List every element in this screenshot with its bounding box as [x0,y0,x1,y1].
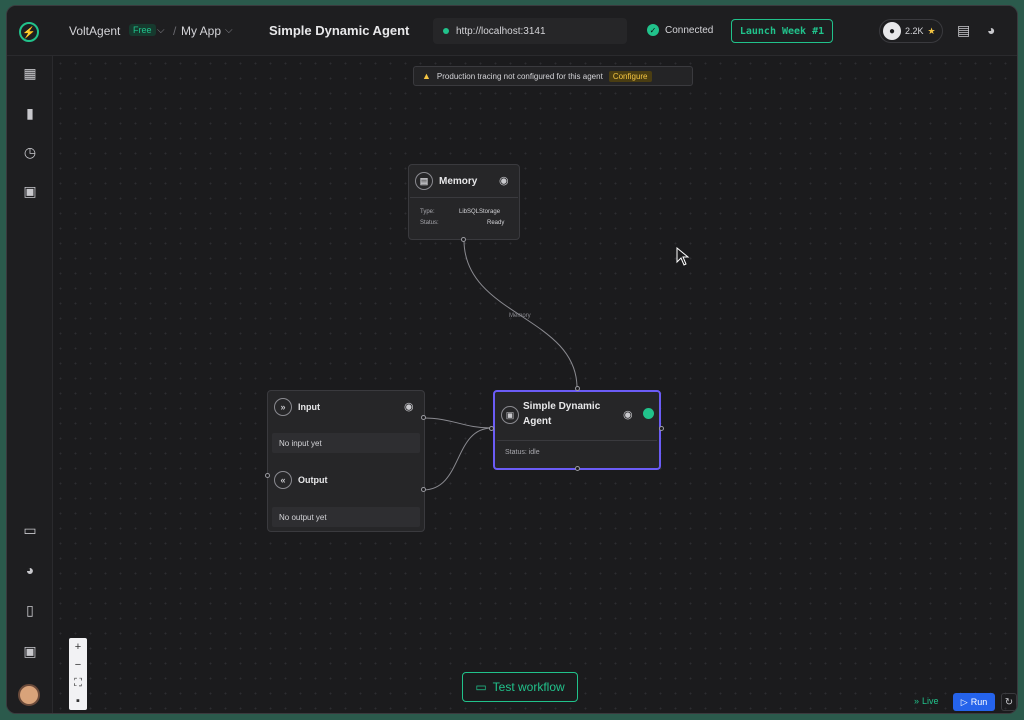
memory-node[interactable]: ▤ Memory ◉ Type: LibSQLStorage Status: R… [408,164,520,240]
live-icon: » [914,696,920,706]
chevron-down-icon[interactable]: ⌵ [225,25,233,36]
play-icon: ▷ [960,696,968,707]
run-label: Run [970,697,988,707]
launch-week-button[interactable]: Launch Week #1 [731,19,833,43]
eye-icon[interactable]: ◉ [499,174,509,187]
run-button[interactable]: ▷ Run [953,693,995,711]
server-url: http://localhost:3141 [456,25,546,37]
output-edge [422,427,493,491]
server-status-dot [443,28,449,34]
mouse-cursor-icon [676,247,690,266]
agent-title-line2: Agent [523,416,552,427]
top-bar: ⚡ VoltAgent Free ⌵ / My App ⌵ Simple Dyn… [7,6,1017,56]
page-title: Simple Dynamic Agent [269,23,410,38]
memory-node-handle[interactable] [461,237,466,242]
zoom-controls: + − ⛶ ▪ [69,638,87,710]
app-window: ⚡ VoltAgent Free ⌵ / My App ⌵ Simple Dyn… [6,5,1018,714]
database-icon: ▤ [415,172,433,190]
dashboard-grid-icon[interactable]: ▦ [21,64,39,82]
output-target-handle[interactable] [265,473,270,478]
input-value: No input yet [272,433,420,453]
clock-icon[interactable]: ◷ [21,143,39,161]
live-label: Live [922,696,939,706]
github-stars-button[interactable]: ● 2.2K ★ [879,19,943,43]
memory-type-label: Type: [420,209,435,215]
discord-icon[interactable]: ◕ [987,22,995,38]
avatar[interactable] [18,684,40,706]
chat-bubble-icon[interactable]: ▭ [21,521,39,539]
github-icon: ● [883,22,901,40]
agent-bottom-handle[interactable] [575,466,580,471]
gift-icon[interactable]: ▣ [21,642,39,660]
memory-status-value: Ready [487,220,505,226]
zoom-in-icon[interactable]: + [69,638,87,656]
workflow-canvas[interactable]: ▲ Production tracing not configured for … [53,56,1017,713]
status-indicator-icon [643,408,654,419]
refresh-icon[interactable]: ↻ [1001,693,1017,711]
agent-left-handle[interactable] [489,426,494,431]
chevrons-left-icon: « [274,471,292,489]
document-icon[interactable]: ▯ [21,601,39,619]
output-title: Output [298,475,328,485]
agent-right-handle[interactable] [659,426,664,431]
bar-chart-icon[interactable]: ▮ [21,104,39,122]
live-indicator[interactable]: » Live [914,696,939,706]
github-stars-count: 2.2K [905,26,924,36]
star-icon: ★ [927,25,936,36]
input-header: » Input [274,398,320,416]
discord-icon[interactable]: ◕ [21,561,39,579]
chat-icon[interactable]: ▤ [957,22,970,39]
sidebar: ▦ ▮ ◷ ▣ ▭ ◕ ▯ ▣ [7,56,53,713]
agent-top-handle[interactable] [575,386,580,391]
memory-status-label: Status: [420,220,439,226]
fit-view-icon[interactable]: ⛶ [69,674,87,692]
memory-node-title: Memory [439,175,478,187]
divider [497,440,657,441]
check-circle-icon: ✓ [647,24,659,36]
memory-node-header: ▤ Memory [415,172,477,190]
connection-status-label: Connected [665,24,714,36]
lock-icon[interactable]: ▪ [69,692,87,710]
test-workflow-label: Test workflow [492,680,565,694]
input-edge [422,417,493,429]
zoom-out-icon[interactable]: − [69,656,87,674]
edges-layer: Memory [422,239,578,491]
agent-status: Status: idle [505,449,540,456]
connection-status: ✓ Connected [647,24,713,36]
divider [410,197,518,198]
input-title: Input [298,402,320,412]
eye-icon[interactable]: ◉ [623,408,633,421]
chevrons-right-icon: » [274,398,292,416]
memory-type-value: LibSQLStorage [459,209,501,215]
server-url-field[interactable]: http://localhost:3141 [433,18,627,44]
plan-badge: Free [129,24,156,36]
memory-edge-label: Memory [509,313,531,319]
chat-icon: ▭ [475,680,487,694]
io-node[interactable]: » Input ◉ No input yet « Output No outpu… [267,390,425,532]
app-selector[interactable]: My App [181,24,221,38]
output-value: No output yet [272,507,420,527]
output-handle[interactable] [421,487,426,492]
agent-title-line1: Simple Dynamic [523,401,601,412]
breadcrumb-separator: / [173,24,177,38]
agent-node[interactable]: ▣ Simple Dynamic Agent ◉ Status: idle [493,390,661,470]
input-handle[interactable] [421,415,426,420]
messages-icon[interactable]: ▣ [21,182,39,200]
brand-name[interactable]: VoltAgent [69,24,120,38]
agent-icon: ▣ [501,406,519,424]
eye-icon[interactable]: ◉ [404,400,414,413]
chevron-down-icon[interactable]: ⌵ [157,25,165,36]
output-header: « Output [274,471,328,489]
voltagent-logo-icon[interactable]: ⚡ [19,22,39,42]
test-workflow-button[interactable]: ▭ Test workflow [462,672,578,702]
